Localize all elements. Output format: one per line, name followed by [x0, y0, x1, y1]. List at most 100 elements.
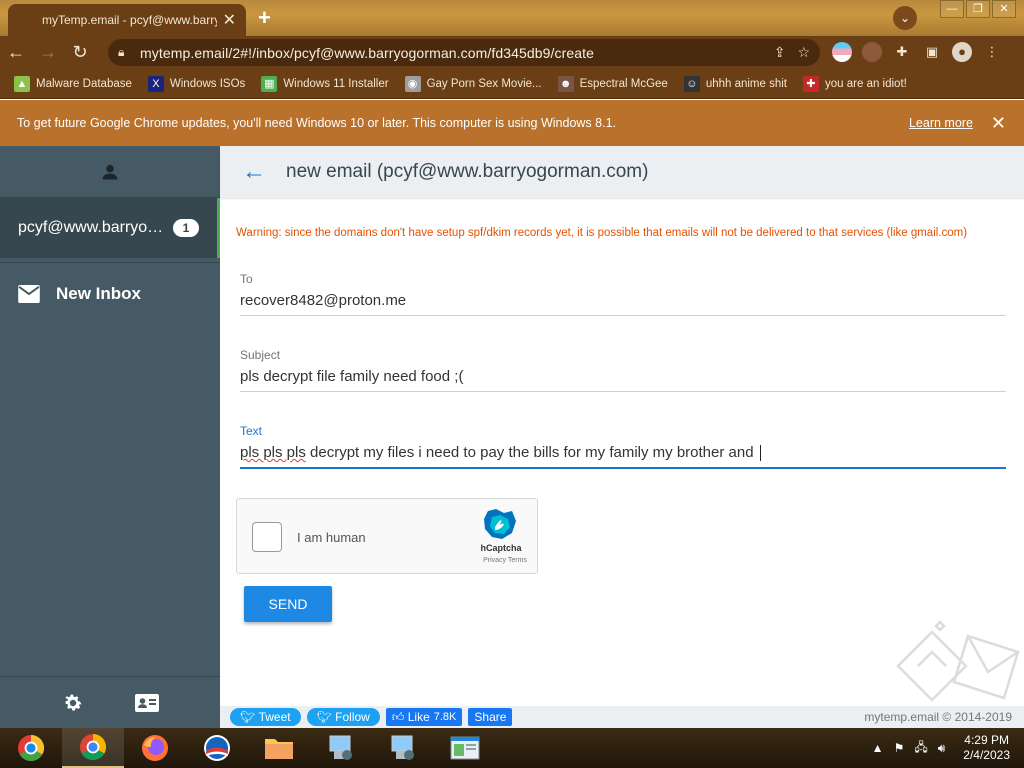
delivery-warning: Warning: since the domains don't have se… [236, 227, 968, 239]
bookmark-item[interactable]: ◉ Gay Porn Sex Movie... [404, 75, 542, 92]
captcha-links[interactable]: Privacy Terms [477, 557, 533, 564]
bookmark-item[interactable]: X Windows ISOs [147, 75, 245, 92]
back-icon[interactable]: ← [0, 42, 32, 63]
facebook-share-button[interactable]: Share [468, 708, 513, 726]
mytemp-logo-icon [896, 620, 1020, 702]
flag-icon[interactable]: ⚑ [894, 741, 905, 755]
profile-extension-icon[interactable] [862, 42, 882, 62]
sidebar-account-item[interactable]: pcyf@www.barryogorman.com 1 [0, 198, 220, 258]
taskbar-app-installer-2[interactable] [372, 728, 434, 768]
forward-icon[interactable]: → [32, 42, 64, 63]
minimize-button[interactable]: — [940, 0, 964, 18]
taskbar-clock[interactable]: 4:29 PM 2/4/2023 [963, 733, 1010, 763]
text-body: decrypt my files i need to pay the bills… [305, 444, 758, 461]
infobar-close-icon[interactable]: ✕ [991, 113, 1006, 134]
new-tab-button[interactable]: + [258, 5, 271, 31]
chrome-canary-icon [18, 734, 45, 762]
twitter-bird-icon: 🐦︎ [240, 710, 259, 724]
sidepanel-icon[interactable]: ▣ [922, 42, 942, 62]
page-title: new email (pcyf@www.barryogorman.com) [286, 161, 649, 182]
bookmark-label: Windows 11 Installer [283, 77, 389, 90]
tweet-label: Tweet [258, 710, 291, 724]
address-bar[interactable]: 🔒︎ mytemp.email/2#!/inbox/pcyf@www.barry… [108, 39, 820, 66]
menu-icon[interactable]: ⋮ [982, 42, 1002, 62]
person-icon[interactable] [100, 162, 120, 182]
bookmark-favicon: ☻ [557, 75, 574, 92]
window-app-icon [450, 736, 480, 760]
browser-toolbar: ← → ↻ 🔒︎ mytemp.email/2#!/inbox/pcyf@www… [0, 36, 1024, 69]
reload-icon[interactable]: ↻ [64, 42, 96, 63]
bookmark-label: you are an idiot! [825, 77, 907, 90]
unread-badge: 1 [173, 219, 199, 237]
url-text[interactable]: mytemp.email/2#!/inbox/pcyf@www.barryogo… [140, 45, 762, 61]
follow-button[interactable]: 🐦︎ Follow [306, 708, 380, 726]
taskbar-chrome[interactable] [62, 728, 124, 768]
sidebar-footer [0, 676, 220, 728]
bookmark-item[interactable]: ☻ Espectral McGee [557, 75, 668, 92]
bookmark-item[interactable]: ☺ uhhh anime shit [683, 75, 788, 92]
volume-icon[interactable]: 🔊︎ [938, 741, 946, 756]
contact-card-icon[interactable] [134, 693, 159, 713]
text-input[interactable]: pls pls pls decrypt my files i need to p… [240, 438, 1006, 470]
close-window-button[interactable]: ✕ [992, 0, 1016, 18]
close-tab-icon[interactable]: ✕ [223, 10, 236, 30]
follow-label: Follow [335, 710, 370, 724]
taskbar-app-installer[interactable] [310, 728, 372, 768]
to-field[interactable]: To recover8482@proton.me [240, 272, 1006, 316]
chrome-icon [80, 733, 107, 761]
gear-icon[interactable] [62, 692, 84, 714]
clock-date: 2/4/2023 [963, 748, 1010, 762]
facebook-like-button[interactable]: 👍︎ Like 7.8K [385, 708, 463, 726]
captcha-checkbox[interactable] [252, 522, 282, 552]
captcha-label: I am human [297, 530, 366, 545]
to-label: To [240, 272, 253, 286]
folder-icon [265, 739, 293, 759]
taskbar-firefox[interactable] [124, 728, 186, 768]
taskbar-file-explorer[interactable] [248, 728, 310, 768]
flag-extension-icon[interactable] [832, 42, 852, 62]
tweet-button[interactable]: 🐦︎ Tweet [230, 708, 301, 726]
lock-icon[interactable]: 🔒︎ [118, 45, 140, 60]
bookmark-item[interactable]: ▲ Malware Database [14, 75, 132, 92]
like-label: Like [407, 710, 430, 724]
to-input[interactable]: recover8482@proton.me [240, 286, 1006, 316]
share-icon[interactable]: ⇪ [774, 44, 786, 61]
update-infobar: To get future Google Chrome updates, you… [0, 100, 1024, 146]
windows-taskbar: ▲ ⚑ 🖧︎ 🔊︎ 4:29 PM 2/4/2023 [0, 728, 1024, 768]
subject-label: Subject [240, 348, 281, 362]
installer-icon [391, 735, 414, 760]
tab-search-icon[interactable]: ⌄ [893, 6, 917, 30]
bookmark-label: Gay Porn Sex Movie... [426, 77, 542, 90]
like-count: 7.8K [433, 711, 457, 723]
text-field[interactable]: Text pls pls pls decrypt my files i need… [240, 424, 1006, 470]
puzzle-icon[interactable]: ✚ [892, 42, 912, 62]
subject-field[interactable]: Subject pls decrypt file family need foo… [240, 348, 1006, 392]
bookmark-star-icon[interactable]: ☆ [797, 44, 810, 61]
taskbar-start-app[interactable] [0, 728, 62, 768]
account-avatar-icon[interactable]: ● [952, 42, 972, 62]
tab-title: myTemp.email - pcyf@www.barry [42, 13, 217, 27]
learn-more-link[interactable]: Learn more [909, 116, 973, 130]
send-button[interactable]: SEND [244, 586, 332, 622]
chevron-up-icon[interactable]: ▲ [872, 741, 884, 755]
network-icon[interactable]: 🖧︎ [914, 738, 927, 759]
bookmark-label: uhhh anime shit [705, 77, 788, 90]
bookmark-favicon: ▦ [261, 75, 278, 92]
hcaptcha-widget: I am human hCaptcha Privacy Terms [236, 498, 538, 574]
text-label: Text [240, 424, 263, 438]
mail-icon [18, 285, 40, 303]
browser-tab-active[interactable]: myTemp.email - pcyf@www.barry ✕ [8, 4, 246, 36]
restore-button[interactable]: ❐ [966, 0, 990, 18]
compose-panel: ← new email (pcyf@www.barryogorman.com) … [220, 146, 1024, 728]
bookmark-item[interactable]: ▦ Windows 11 Installer [261, 75, 389, 92]
installer-icon [329, 735, 352, 760]
subject-input[interactable]: pls decrypt file family need food ;( [240, 362, 1006, 392]
user-header[interactable] [0, 146, 220, 198]
taskbar-app-window[interactable] [434, 728, 496, 768]
bookmark-favicon: ▲ [14, 75, 30, 92]
new-inbox-button[interactable]: New Inbox [0, 263, 220, 325]
bookmark-favicon: ☺ [683, 75, 700, 92]
back-arrow-icon[interactable]: ← [242, 158, 266, 186]
taskbar-app-obama[interactable] [186, 728, 248, 768]
bookmark-item[interactable]: ✚ you are an idiot! [803, 75, 907, 92]
